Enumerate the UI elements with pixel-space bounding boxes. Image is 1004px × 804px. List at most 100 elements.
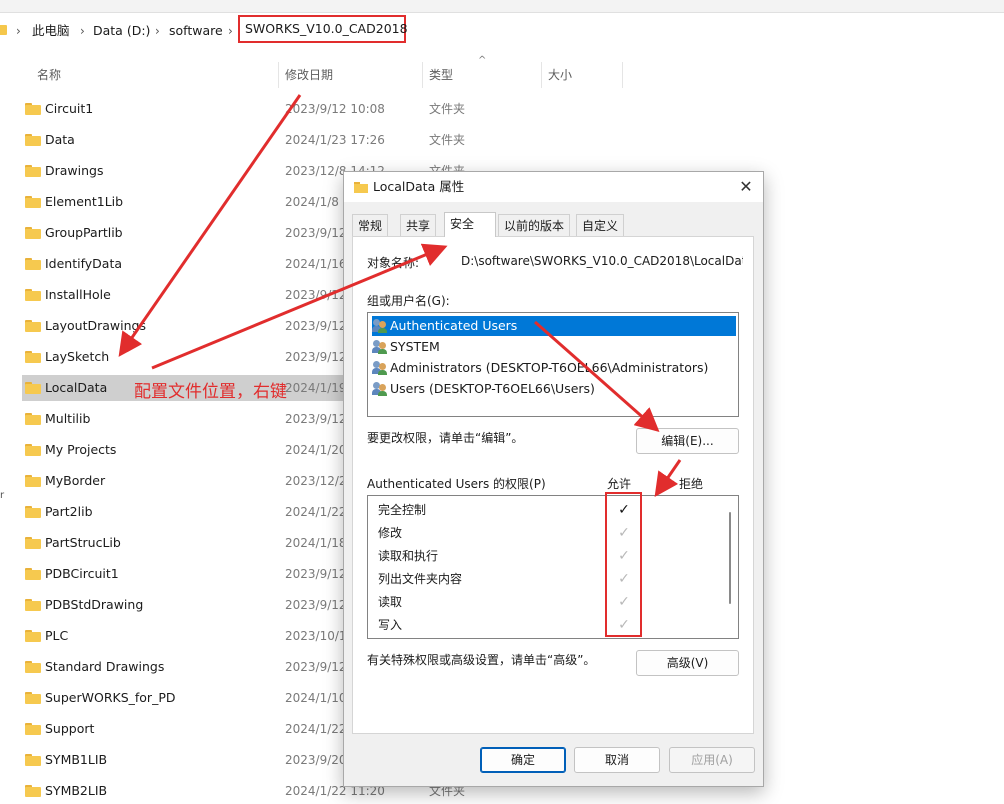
user-list-item[interactable]: SYSTEM — [372, 337, 736, 357]
file-date: 2023/9/12 — [285, 567, 347, 581]
user-list-item[interactable]: Administrators (DESKTOP-T6OEL66\Administ… — [372, 358, 736, 378]
permission-name: 完全控制 — [378, 503, 427, 517]
folder-icon — [25, 382, 41, 394]
file-row[interactable]: Data 2024/1/23 17:26 文件夹 — [22, 127, 465, 153]
file-name: LocalData — [45, 380, 108, 395]
file-name: My Projects — [45, 442, 117, 457]
file-date: 2024/1/23 17:26 — [285, 133, 385, 147]
file-row[interactable]: SYMB1LIB 2023/9/20 — [22, 747, 352, 773]
apply-button[interactable]: 应用(A) — [669, 747, 755, 773]
file-row[interactable]: SYMB2LIB 2024/1/22 11:20 文件夹 — [22, 778, 465, 804]
advanced-hint-text: 有关特殊权限或高级设置，请单击“高级”。 — [367, 653, 596, 667]
column-header-name[interactable]: 名称 — [37, 64, 61, 86]
cancel-button[interactable]: 取消 — [574, 747, 660, 773]
dialog-title: LocalData 属性 — [373, 179, 465, 194]
ok-button[interactable]: 确定 — [480, 747, 566, 773]
permission-name: 读取 — [378, 595, 403, 609]
tab-security[interactable]: 安全 — [444, 212, 496, 237]
file-name: GroupPartlib — [45, 225, 123, 240]
folder-icon — [25, 351, 41, 363]
file-row[interactable]: Standard Drawings 2023/9/12 — [22, 654, 352, 680]
folder-icon — [25, 289, 41, 301]
file-name: Element1Lib — [45, 194, 124, 209]
column-header-type[interactable]: 类型 — [429, 64, 453, 86]
user-name: Administrators (DESKTOP-T6OEL66\Administ… — [390, 360, 709, 375]
file-row[interactable]: Part2lib 2024/1/22 — [22, 499, 352, 525]
file-row[interactable]: Support 2024/1/22 — [22, 716, 352, 742]
folder-icon — [354, 182, 368, 193]
file-name: SYMB1LIB — [45, 752, 108, 767]
file-row[interactable]: My Projects 2024/1/20 — [22, 437, 352, 463]
advanced-button[interactable]: 高级(V) — [636, 650, 739, 676]
file-date: 2024/1/16 — [285, 257, 347, 271]
folder-icon — [25, 413, 41, 425]
folder-icon — [25, 506, 41, 518]
file-name: PDBStdDrawing — [45, 597, 144, 612]
breadcrumb-software[interactable]: software — [169, 22, 223, 40]
breadcrumb-current-folder[interactable]: SWORKS_V10.0_CAD2018 — [238, 15, 408, 43]
column-divider[interactable] — [278, 62, 279, 88]
address-bar[interactable]: › 此电脑 › Data (D:) › software › SWORKS_V1… — [0, 13, 1004, 49]
column-divider[interactable] — [422, 62, 423, 88]
file-name: Support — [45, 721, 95, 736]
file-date: 2024/1/19 — [285, 381, 347, 395]
folder-icon — [25, 630, 41, 642]
allow-column-header: 允许 — [607, 477, 632, 491]
column-header-date[interactable]: 修改日期 — [285, 64, 333, 86]
chevron-right-icon: › — [80, 24, 85, 38]
file-date: 2024/1/10 — [285, 691, 347, 705]
file-row[interactable]: PDBCircuit1 2023/9/12 — [22, 561, 352, 587]
file-row[interactable]: PLC 2023/10/1 — [22, 623, 352, 649]
file-row[interactable]: MyBorder 2023/12/2 — [22, 468, 352, 494]
file-row[interactable]: SuperWORKS_for_PD 2024/1/10 — [22, 685, 352, 711]
folder-icon — [25, 568, 41, 580]
column-header-size[interactable]: 大小 — [548, 64, 572, 86]
tab-sharing[interactable]: 共享 — [400, 214, 437, 236]
file-name: IdentifyData — [45, 256, 123, 271]
tab-customize[interactable]: 自定义 — [576, 214, 625, 236]
permission-row: 完全控制 ✓ — [378, 499, 718, 522]
folder-icon — [25, 444, 41, 456]
group-users-label: 组或用户名(G): — [367, 294, 450, 308]
file-name: InstallHole — [45, 287, 111, 302]
permission-name: 读取和执行 — [378, 549, 439, 563]
column-divider[interactable] — [622, 62, 623, 88]
properties-dialog: LocalData 属性 ✕ 常规 共享 安全 以前的版本 自定义 对象名称: … — [343, 171, 764, 787]
file-name: SuperWORKS_for_PD — [45, 690, 176, 705]
dialog-title-bar[interactable]: LocalData 属性 ✕ — [344, 172, 763, 202]
file-row[interactable]: Drawings2023/12/8 14:12文件夹 — [22, 158, 465, 184]
folder-icon — [25, 103, 41, 115]
file-row[interactable]: Circuit1 2023/9/12 10:08 文件夹 — [22, 96, 465, 122]
file-name: Circuit1 — [45, 101, 94, 116]
permission-row: 写入 ✓ — [378, 614, 718, 637]
file-row[interactable]: Element1Lib 2024/1/8 — [22, 189, 352, 215]
permissions-list[interactable]: 完全控制 ✓ 修改 ✓ 读取和执行 ✓ 列出文件夹内容 ✓ 读取 ✓ 写入 ✓ — [367, 495, 739, 639]
user-list-item[interactable]: Users (DESKTOP-T6OEL66\Users) — [372, 379, 736, 399]
tab-general[interactable]: 常规 — [352, 214, 389, 236]
user-list-item[interactable]: Authenticated Users — [372, 316, 736, 336]
scrollbar[interactable] — [729, 512, 731, 604]
breadcrumb-this-pc[interactable]: 此电脑 — [32, 22, 70, 40]
file-row[interactable]: LayoutDrawings 2023/9/12 — [22, 313, 352, 339]
permission-row: 列出文件夹内容 ✓ — [378, 568, 718, 591]
tab-previous-versions[interactable]: 以前的版本 — [498, 214, 571, 236]
column-divider[interactable] — [541, 62, 542, 88]
user-group-icon — [372, 382, 388, 396]
users-listbox[interactable]: Authenticated Users SYSTEM Administrators … — [367, 312, 739, 417]
file-row[interactable]: Multilib 2023/9/12 — [22, 406, 352, 432]
file-row[interactable]: GroupPartlib 2023/9/12 — [22, 220, 352, 246]
allow-highlight-box — [605, 492, 642, 637]
permission-row: 修改 ✓ — [378, 522, 718, 545]
breadcrumb-drive-d[interactable]: Data (D:) — [93, 22, 150, 40]
permission-row: 读取 ✓ — [378, 591, 718, 614]
folder-icon — [25, 196, 41, 208]
file-row[interactable]: IdentifyData 2024/1/16 — [22, 251, 352, 277]
file-row[interactable]: PDBStdDrawing 2023/9/12 — [22, 592, 352, 618]
close-icon[interactable]: ✕ — [729, 172, 763, 202]
permission-name: 修改 — [378, 526, 403, 540]
edit-button[interactable]: 编辑(E)... — [636, 428, 739, 454]
file-row[interactable]: LaySketch 2023/9/12 — [22, 344, 352, 370]
user-group-icon — [372, 319, 388, 333]
file-row[interactable]: InstallHole 2023/9/12 — [22, 282, 352, 308]
file-row[interactable]: PartStrucLib 2024/1/18 — [22, 530, 352, 556]
